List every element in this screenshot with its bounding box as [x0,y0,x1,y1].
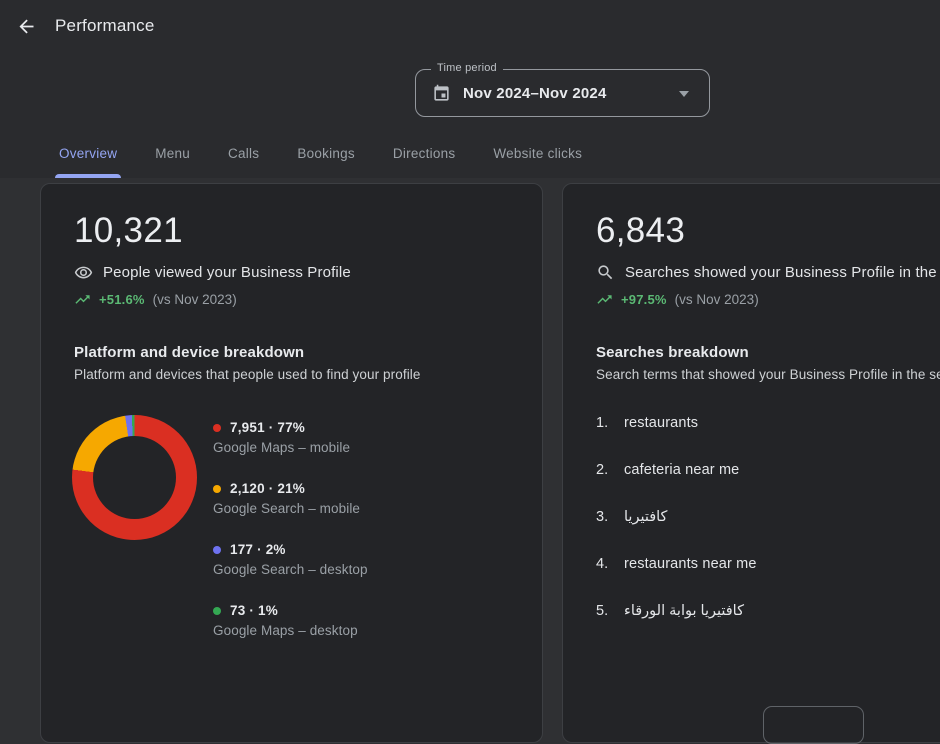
search-terms-list: 1. restaurants 2. cafeteria near me 3. ك… [596,415,940,619]
legend-dot-red [213,424,221,432]
legend-item: 2,120 · 21% Google Search – mobile [213,481,368,516]
term-text: كافتيريا بوابة الورقاء [624,603,744,619]
legend-value: 7,951 · 77% [230,420,305,435]
term-number: 4. [596,556,624,572]
list-item: 3. كافتيريا [596,509,940,525]
legend-dot-orange [213,485,221,493]
views-card: 10,321 People viewed your Business Profi… [40,183,543,743]
views-delta-context: (vs Nov 2023) [153,292,237,307]
term-number: 1. [596,415,624,431]
term-text: cafeteria near me [624,462,739,478]
trending-up-icon [596,291,613,308]
legend-value: 177 · 2% [230,542,286,557]
tab-calls[interactable]: Calls [224,144,263,178]
page-title: Performance [55,16,155,36]
views-delta: +51.6% [99,292,145,307]
list-item: 4. restaurants near me [596,556,940,572]
list-item: 2. cafeteria near me [596,462,940,478]
top-bar: Performance [0,0,940,52]
legend-label: Google Maps – mobile [213,440,368,455]
header-hero: Performance Time period Nov 2024–Nov 202… [0,0,940,178]
donut-hole [93,436,176,519]
list-item: 1. restaurants [596,415,940,431]
breakdown-subtitle: Platform and devices that people used to… [74,367,542,382]
time-period-label: Time period [431,62,503,74]
tab-bookings[interactable]: Bookings [293,144,359,178]
searches-delta: +97.5% [621,292,667,307]
term-text: كافتيريا [624,509,667,525]
searches-delta-context: (vs Nov 2023) [675,292,759,307]
views-metric: 10,321 [74,208,542,254]
legend-dot-green [213,607,221,615]
legend-value: 73 · 1% [230,603,278,618]
content-area: 10,321 People viewed your Business Profi… [0,178,940,710]
breakdown-title: Platform and device breakdown [74,344,542,361]
legend-item: 177 · 2% Google Search – desktop [213,542,368,577]
tab-overview[interactable]: Overview [55,144,121,178]
term-number: 3. [596,509,624,525]
term-text: restaurants near me [624,556,757,572]
tab-bar: Overview Menu Calls Bookings Directions … [55,144,586,178]
legend-item: 73 · 1% Google Maps – desktop [213,603,368,638]
list-item: 5. كافتيريا بوابة الورقاء [596,603,940,619]
time-period-field[interactable]: Time period Nov 2024–Nov 2024 [415,69,710,117]
term-text: restaurants [624,415,698,431]
tab-website-clicks[interactable]: Website clicks [489,144,586,178]
eye-icon [74,263,93,282]
legend-label: Google Maps – desktop [213,623,368,638]
trending-up-icon [74,291,91,308]
tab-directions[interactable]: Directions [389,144,460,178]
legend-label: Google Search – desktop [213,562,368,577]
calendar-icon [432,84,451,103]
chevron-down-icon [679,91,689,97]
searches-breakdown-title: Searches breakdown [596,344,940,361]
tab-menu[interactable]: Menu [151,144,194,178]
legend-label: Google Search – mobile [213,501,368,516]
searches-breakdown-subtitle: Search terms that showed your Business P… [596,367,940,382]
term-number: 2. [596,462,624,478]
back-button[interactable] [6,6,46,46]
term-number: 5. [596,603,624,619]
chart-legend: 7,951 · 77% Google Maps – mobile 2,120 ·… [213,415,368,664]
legend-dot-blue [213,546,221,554]
views-metric-desc: People viewed your Business Profile [103,264,351,281]
searches-metric: 6,843 [596,208,940,254]
searches-metric-desc: Searches showed your Business Profile in… [625,264,940,281]
arrow-left-icon [16,16,37,37]
time-period-value: Nov 2024–Nov 2024 [463,85,607,102]
see-more-button[interactable] [763,706,864,744]
searches-card: 6,843 Searches showed your Business Prof… [562,183,940,743]
donut-chart[interactable] [72,415,197,540]
search-icon [596,263,615,282]
legend-item: 7,951 · 77% Google Maps – mobile [213,420,368,455]
legend-value: 2,120 · 21% [230,481,305,496]
